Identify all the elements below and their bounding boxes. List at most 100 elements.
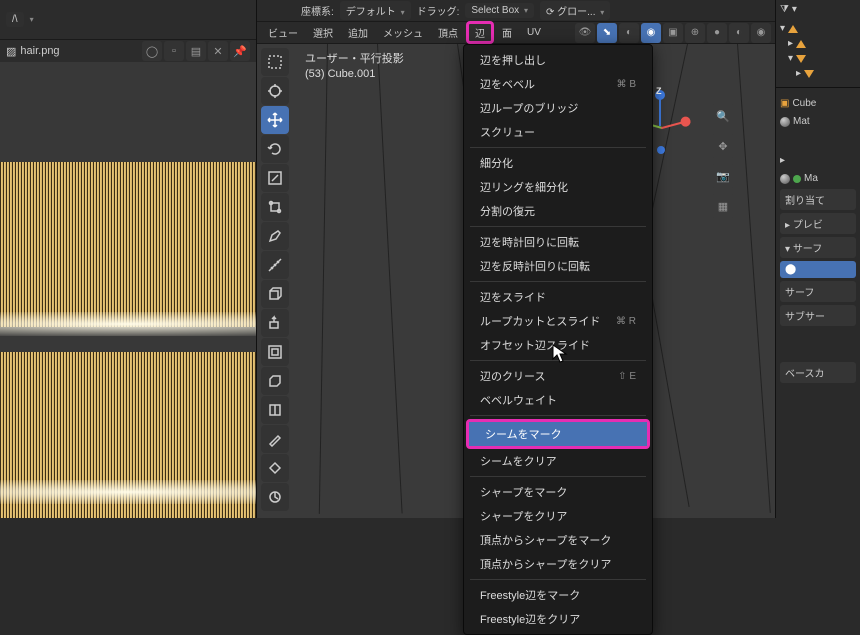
- outliner[interactable]: ▾ ▸ ▾ ▸: [776, 19, 860, 83]
- material-link[interactable]: ▸: [780, 153, 856, 168]
- menu-mesh[interactable]: メッシュ: [376, 22, 430, 43]
- subsurface[interactable]: サブサー: [780, 305, 856, 326]
- menu-item-g1-1[interactable]: 辺をベベル⌘ B: [464, 72, 652, 96]
- fake-user-icon[interactable]: ◯: [142, 41, 162, 61]
- render-shading-icon[interactable]: ◉: [751, 23, 771, 43]
- surface-panel-2[interactable]: サーフ: [780, 281, 856, 302]
- menu-select[interactable]: 選択: [306, 22, 340, 43]
- move-view-icon[interactable]: ✥: [711, 134, 735, 158]
- menu-item-g7-1[interactable]: シャープをクリア: [464, 504, 652, 528]
- material-slot[interactable]: Mat: [780, 114, 856, 129]
- drag-dropdown[interactable]: Select Box ▾: [465, 3, 534, 18]
- overlay-icon[interactable]: ◉: [641, 23, 661, 43]
- close-icon[interactable]: ✕: [208, 41, 228, 61]
- outliner-header: ⧩ ▾: [776, 0, 860, 19]
- edge-menu: 辺を押し出し辺をベベル⌘ B辺ループのブリッジスクリュー細分化辺リングを細分化分…: [463, 44, 653, 635]
- solid-shading-icon[interactable]: ●: [707, 23, 727, 43]
- menu-item-g2-0[interactable]: 細分化: [464, 151, 652, 175]
- menu-item-g1-3[interactable]: スクリュー: [464, 120, 652, 144]
- cursor-tool[interactable]: [261, 77, 289, 105]
- surface-panel-1[interactable]: ▾ サーフ: [780, 237, 856, 258]
- menu-item-g2-1[interactable]: 辺リングを細分化: [464, 175, 652, 199]
- topbar: 座標系: デフォルト ▾ ドラッグ: Select Box ▾ ⟳ グロー...…: [257, 0, 775, 22]
- uv-editor: /\ ▾ ▨ hair.png ◯ ▫ ▤ ✕ 📌: [0, 0, 257, 518]
- gizmo-icon[interactable]: ◐: [619, 23, 639, 43]
- menu-item-g4-2[interactable]: オフセット辺スライド: [464, 333, 652, 357]
- menu-item-g1-2[interactable]: 辺ループのブリッジ: [464, 96, 652, 120]
- menu-item-g6-1[interactable]: シームをクリア: [464, 449, 652, 473]
- menu-item-g8-0[interactable]: Freestyle辺をマーク: [464, 583, 652, 607]
- orient-dropdown[interactable]: ⟳ グロー... ▾: [540, 1, 610, 20]
- use-nodes-icon: [793, 175, 801, 183]
- menu-item-g7-0[interactable]: シャープをマーク: [464, 480, 652, 504]
- matprev-shading-icon[interactable]: ◐: [729, 23, 749, 43]
- measure-tool[interactable]: [261, 251, 289, 279]
- menu-item-g3-0[interactable]: 辺を時計回りに回転: [464, 230, 652, 254]
- menu-vertex[interactable]: 頂点: [431, 22, 465, 43]
- menu-item-g5-0[interactable]: 辺のクリース⇧ E: [464, 364, 652, 388]
- select-tool[interactable]: [261, 48, 289, 76]
- menu-item-g8-1[interactable]: Freestyle辺をクリア: [464, 607, 652, 631]
- surface-shader[interactable]: ⬤: [780, 261, 856, 278]
- transform-tool[interactable]: [261, 193, 289, 221]
- viewport-header: ビュー 選択 追加 メッシュ 頂点 辺 面 UV 👁 ⬊ ◐ ◉ ▣ ⊕ ● ◐…: [257, 22, 775, 44]
- menu-item-g4-1[interactable]: ループカットとスライド⌘ R: [464, 309, 652, 333]
- outliner-row: ▾: [780, 21, 856, 36]
- axis-z-label: Z: [656, 86, 662, 96]
- inset-tool[interactable]: [261, 338, 289, 366]
- snap-icon[interactable]: ⬊: [597, 23, 617, 43]
- filter-icon[interactable]: ⧩: [780, 4, 789, 15]
- spin-tool[interactable]: [261, 483, 289, 511]
- object-name: ▣Cube: [780, 96, 856, 111]
- drag-label: ドラッグ:: [417, 3, 460, 18]
- polybuild-tool[interactable]: [261, 454, 289, 482]
- wire-shading-icon[interactable]: ⊕: [685, 23, 705, 43]
- menu-item-g4-0[interactable]: 辺をスライド: [464, 285, 652, 309]
- menu-item-g7-3[interactable]: 頂点からシャープをクリア: [464, 552, 652, 576]
- menu-face[interactable]: 面: [495, 22, 519, 43]
- camera-view-icon[interactable]: 📷: [711, 164, 735, 188]
- material-name[interactable]: Ma: [780, 171, 856, 186]
- search-mode[interactable]: /\: [6, 12, 24, 27]
- datablock-icon[interactable]: ▫: [164, 41, 184, 61]
- menu-edge[interactable]: 辺: [466, 21, 494, 44]
- persp-ortho-icon[interactable]: ▦: [711, 194, 735, 218]
- folder-icon[interactable]: ▤: [186, 41, 206, 61]
- menu-uv[interactable]: UV: [520, 24, 548, 41]
- new-collection-icon[interactable]: ▾: [792, 4, 797, 15]
- add-cube-tool[interactable]: [261, 280, 289, 308]
- xray-icon[interactable]: ▣: [663, 23, 683, 43]
- scale-tool[interactable]: [261, 164, 289, 192]
- knife-tool[interactable]: [261, 425, 289, 453]
- material-sphere-icon: [780, 174, 790, 184]
- coord-dropdown[interactable]: デフォルト ▾: [340, 1, 411, 20]
- pin-icon[interactable]: 📌: [230, 41, 250, 61]
- annotate-tool[interactable]: [261, 222, 289, 250]
- toolbar: [261, 48, 289, 511]
- move-tool[interactable]: [261, 106, 289, 134]
- menu-item-g1-0[interactable]: 辺を押し出し: [464, 48, 652, 72]
- bevel-tool[interactable]: [261, 367, 289, 395]
- object-info-label: (53) Cube.001: [305, 67, 404, 82]
- outliner-row: ▸: [780, 36, 856, 51]
- menu-item-g5-1[interactable]: ベベルウェイト: [464, 388, 652, 412]
- menu-add[interactable]: 追加: [341, 22, 375, 43]
- viewport-overlay-info: ユーザー・平行投影 (53) Cube.001: [305, 52, 404, 82]
- base-color[interactable]: ベースカ: [780, 362, 856, 383]
- rotate-tool[interactable]: [261, 135, 289, 163]
- zoom-icon[interactable]: 🔍: [711, 104, 735, 128]
- loopcut-tool[interactable]: [261, 396, 289, 424]
- menu-item-g2-2[interactable]: 分割の復元: [464, 199, 652, 223]
- image-name[interactable]: hair.png: [20, 45, 59, 57]
- assign-button[interactable]: 割り当て: [780, 189, 856, 210]
- menu-item-g7-2[interactable]: 頂点からシャープをマーク: [464, 528, 652, 552]
- menu-item-g6-0[interactable]: シームをマーク: [469, 422, 647, 446]
- uv-header: /\ ▾: [0, 0, 256, 40]
- extrude-tool[interactable]: [261, 309, 289, 337]
- menu-view[interactable]: ビュー: [261, 22, 305, 43]
- preview-panel[interactable]: ▸ プレビ: [780, 213, 856, 234]
- menu-item-g3-1[interactable]: 辺を反時計回りに回転: [464, 254, 652, 278]
- overlay-visibility-icon[interactable]: 👁: [575, 23, 595, 43]
- right-panel: ⧩ ▾ ▾ ▸ ▾ ▸ ▣Cube Mat ▸ Ma 割り当て ▸ プレビ ▾ …: [775, 0, 860, 518]
- uv-image-area[interactable]: [0, 62, 256, 518]
